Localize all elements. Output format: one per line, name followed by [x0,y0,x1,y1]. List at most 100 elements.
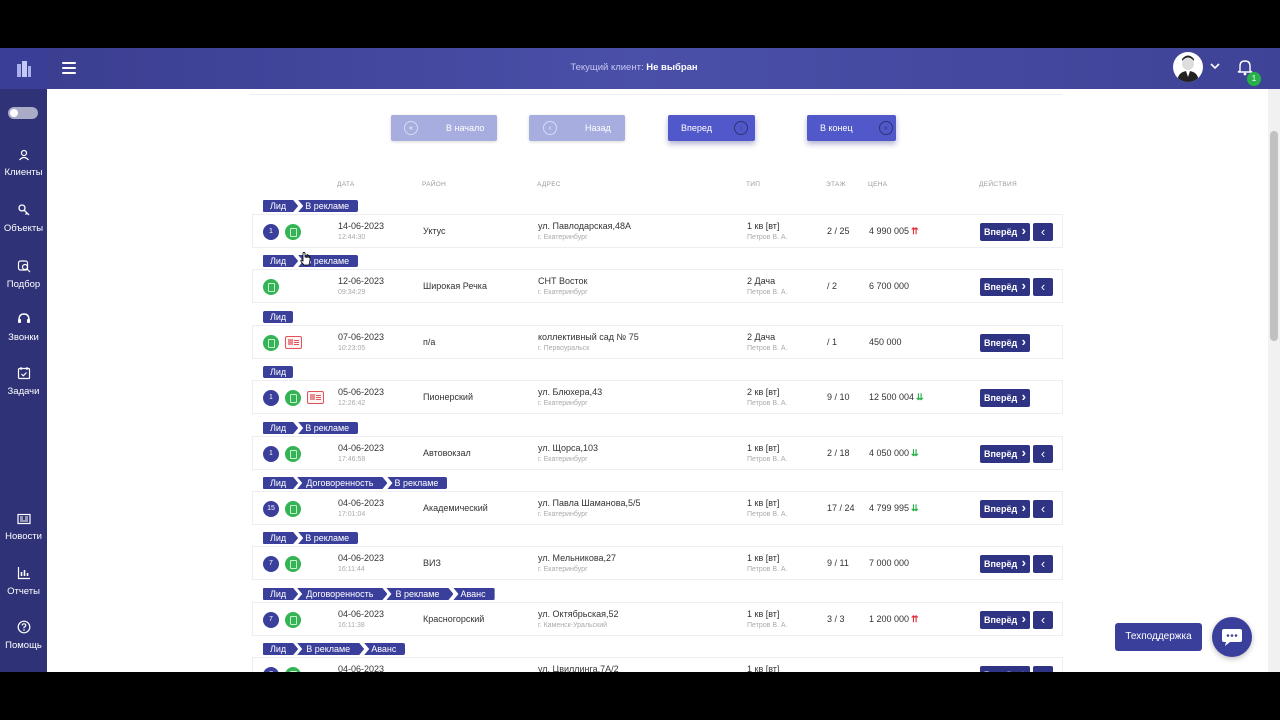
row-type: 1 кв [вт] [747,553,780,563]
status-tag: В рекламе [298,422,359,434]
document-icon[interactable] [285,390,301,406]
table-row[interactable]: 07-06-2023 10:23:05 п/а коллективный сад № … [252,325,1063,359]
column-header-date[interactable]: ДАТА [337,181,355,188]
forward-button[interactable]: Вперёд [980,499,1030,518]
row-address[interactable]: ул. Мельникова,27 [538,553,616,563]
document-icon[interactable] [285,446,301,462]
row-price-value: 6 700 000 [869,281,910,291]
app-screen: Текущий клиент: Не выбран 1 Клиенты Объе… [0,48,1280,672]
last-page-label: В конец [820,123,853,133]
count-badge: 1 [263,224,279,240]
back-button[interactable]: ‹ [1033,223,1053,241]
prev-page-button[interactable]: ‹ Назад [529,115,625,141]
document-icon[interactable] [263,335,279,351]
forward-button[interactable]: Вперёд [980,277,1030,296]
back-button[interactable]: ‹ [1033,611,1053,629]
row-address[interactable]: ул. Павлодарская,48А [538,221,631,231]
row-price-value: 12 500 004 [869,392,915,402]
document-icon[interactable] [285,612,301,628]
current-client: Текущий клиент: Не выбран [0,62,1268,73]
row-address[interactable]: СНТ Восток [538,276,587,286]
row-date: 04-06-2023 [338,664,385,672]
scrollbar[interactable] [1268,89,1280,672]
row-price: 6 700 000 [869,281,909,291]
document-icon[interactable] [285,556,301,572]
table-row[interactable]: 7 04-06-2023 16:11:38 Красногорский ул. Октя… [252,602,1063,636]
last-page-button[interactable]: В конец » [807,115,896,141]
sidebar-item-news[interactable]: Новости [0,513,47,542]
sidebar-item-calls[interactable]: Звонки [0,312,47,343]
column-header-district[interactable]: РАЙОН [422,181,446,188]
notification-badge: 1 [1247,72,1261,86]
row-date: 05-06-2023 [338,387,385,397]
forward-button[interactable]: Вперёд [980,333,1030,352]
chevron-down-icon[interactable] [1210,62,1220,70]
count-badge: 1 [263,446,279,462]
id-card-icon[interactable] [307,391,324,404]
id-card-icon[interactable] [285,336,302,349]
avatar[interactable] [1173,52,1203,82]
table-row[interactable]: 7 04-06-2023 ул. Цвиллинга,7А/2 1 кв [вт] Вп… [252,657,1063,672]
sidebar-item-tasks[interactable]: Задачи [0,366,47,397]
row-address[interactable]: ул. Цвиллинга,7А/2 [538,664,619,672]
back-button[interactable]: ‹ [1033,555,1053,573]
status-tag: Лид [263,477,298,489]
top-bar: Текущий клиент: Не выбран 1 [0,48,1280,89]
document-icon[interactable] [285,667,301,672]
table-row[interactable]: 1 04-06-2023 17:46:58 Автовокзал ул. Щорса,1… [252,436,1063,470]
table-row[interactable]: 1 14-06-2023 12:44:30 Уктус ул. Павлодарская… [252,214,1063,248]
row-address[interactable]: коллективный сад № 75 [538,332,639,342]
forward-button[interactable]: Вперёд [980,222,1030,241]
back-button[interactable]: ‹ [1033,278,1053,296]
support-button[interactable]: Техподдержка [1115,623,1202,651]
row-address[interactable]: ул. Павла Шаманова,5/5 [538,498,640,508]
row-address[interactable]: ул. Блюхера,43 [538,387,602,397]
row-district: Автовокзал [423,448,471,458]
row-agent: Петров В. А. [747,511,788,518]
row-price-value: 4 990 005 [869,226,910,236]
row-district: ВИЗ [423,558,441,568]
sidebar-item-objects[interactable]: Объекты [0,203,47,234]
next-page-button[interactable]: Вперед › [668,115,755,141]
column-header-type[interactable]: ТИП [746,181,760,188]
first-page-button[interactable]: « В начало [391,115,497,141]
table-row[interactable]: 7 04-06-2023 16:11:44 ВИЗ ул. Мельникова,27 г… [252,546,1063,580]
sidebar-item-reports[interactable]: Отчеты [0,566,47,597]
document-icon[interactable] [285,501,301,517]
forward-button[interactable]: Вперёд [980,554,1030,573]
table-row[interactable]: 12-06-2023 09:34:29 Широкая Речка СНТ Восто… [252,269,1063,303]
row-address[interactable]: ул. Щорса,103 [538,443,598,453]
forward-button[interactable]: Вперёд [980,610,1030,629]
document-icon[interactable] [263,279,279,295]
row-address[interactable]: ул. Октябрьская,52 [538,609,618,619]
table-row[interactable]: 1 05-06-2023 12:26:42 Пионерский ул. Блюхера… [252,380,1063,414]
forward-button[interactable]: Вперёд [980,665,1030,672]
table-row[interactable]: 15 04-06-2023 17:01:04 Академический ул. Пав… [252,491,1063,525]
row-agent: Петров В. А. [747,400,788,407]
row-agent: Петров В. А. [747,289,788,296]
document-icon[interactable] [285,224,301,240]
status-chain: Лид В рекламе Аванс [263,643,406,655]
back-button[interactable]: ‹ [1033,445,1053,463]
status-chain: Лид [263,366,294,378]
theme-toggle[interactable] [8,107,38,119]
status-tag: Лид [263,366,294,378]
row-agent: Петров В. А. [747,345,788,352]
chat-button[interactable] [1212,617,1252,657]
sidebar-item-help[interactable]: Помощь [0,620,47,651]
sidebar-item-selection[interactable]: Подбор [0,259,47,290]
row-time: 10:23:05 [338,345,366,352]
sidebar-item-clients[interactable]: Клиенты [0,149,47,178]
column-header-floor[interactable]: ЭТАЖ [826,181,846,188]
column-header-address[interactable]: АДРЕС [537,181,561,188]
forward-button[interactable]: Вперёд [980,444,1030,463]
status-chain: Лид [263,311,294,323]
headset-icon [17,313,30,323]
person-icon [18,149,29,161]
column-header-price[interactable]: ЦЕНА [868,181,887,188]
back-button[interactable]: ‹ [1033,666,1053,672]
scrollbar-thumb[interactable] [1270,131,1278,341]
back-button[interactable]: ‹ [1033,500,1053,518]
status-tag: Договоренность [297,588,387,600]
forward-button[interactable]: Вперёд [980,388,1030,407]
